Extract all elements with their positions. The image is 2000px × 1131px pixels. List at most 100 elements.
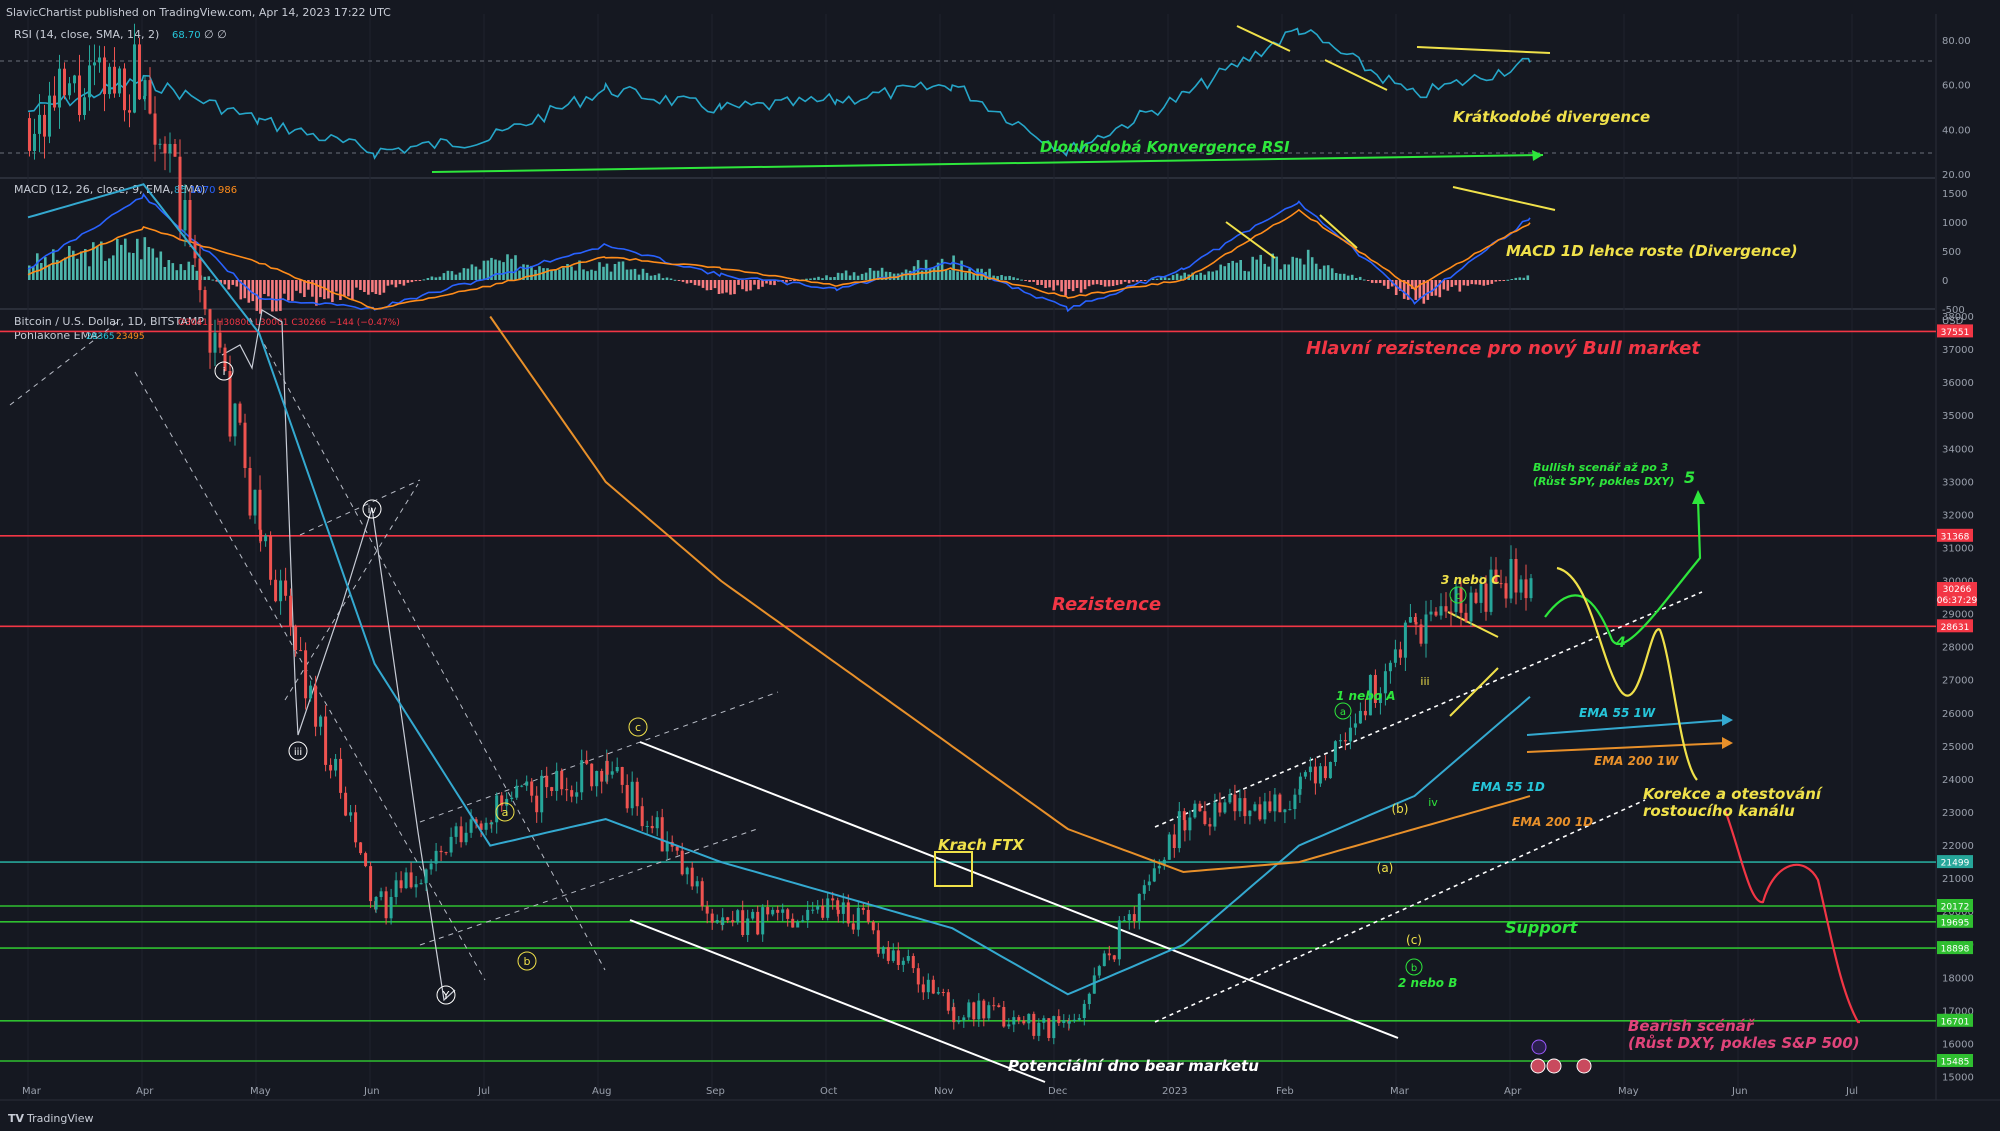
macd-histogram-bar [430, 276, 434, 280]
macd-histogram-bar [1099, 280, 1103, 285]
macd-histogram-bar [645, 272, 649, 280]
bear-bottom-label: Potenciální dno bear marketu [1008, 1057, 1259, 1075]
macd-histogram-bar [613, 264, 617, 280]
macd-histogram-bar [1079, 280, 1083, 293]
macd-histogram-bar [697, 280, 701, 286]
macd-value-macd: 1070 [190, 185, 215, 196]
candle-body [108, 66, 111, 95]
macd-histogram-bar [609, 271, 613, 280]
candle-body [208, 309, 212, 353]
macd-histogram-bar [1318, 269, 1322, 280]
candle-body [881, 947, 885, 954]
candle-body [93, 62, 96, 66]
candle-body [876, 930, 880, 954]
us-flag-event-icon[interactable] [1546, 1058, 1562, 1074]
candle-body [901, 960, 905, 965]
us-flag-event-icon[interactable] [1530, 1058, 1546, 1074]
candle-body [1218, 802, 1222, 813]
macd-histogram-bar [1366, 280, 1370, 281]
rsi-legend[interactable]: RSI (14, close, SMA, 14, 2) [14, 28, 159, 41]
macd-histogram-bar [1330, 268, 1334, 280]
candle-body [962, 1017, 966, 1021]
candle-body [1042, 1018, 1046, 1023]
bullish-scenario-line2: (Růst SPY, pokles DXY) [1533, 475, 1674, 488]
current-price-countdown: 06:37:29 [1937, 596, 1978, 606]
candle-body [515, 785, 519, 798]
candle-body [1439, 606, 1443, 616]
rsi-convergence-label: Dlouhodobá Konvergence RSI [1040, 138, 1290, 156]
macd-histogram-bar [1064, 280, 1067, 296]
candle-body [1338, 740, 1342, 742]
macd-histogram-bar [705, 280, 709, 291]
candle-body [555, 770, 559, 791]
candle-body [379, 891, 383, 897]
price-tick-label: 15000 [1942, 1073, 1974, 1084]
macd-histogram-bar [132, 253, 135, 280]
us-flag-event-icon[interactable] [1576, 1058, 1592, 1074]
time-tick-label: Apr [1504, 1086, 1522, 1097]
macd-histogram-bar [1283, 264, 1286, 280]
macd-histogram-bar [474, 266, 478, 280]
candle-body [88, 65, 91, 98]
candle-body [1127, 914, 1131, 921]
macd-histogram-bar [1008, 275, 1011, 280]
candle-body [625, 785, 629, 809]
macd-histogram-bar [749, 280, 752, 291]
macd-histogram-bar [64, 257, 67, 280]
candle-body [1298, 789, 1302, 795]
candle-body [394, 880, 398, 897]
macd-histogram-bar [1291, 256, 1294, 280]
price-tick-label: 16000 [1942, 1039, 1974, 1050]
candle-body [590, 763, 594, 787]
macd-histogram-bar [701, 280, 705, 288]
macd-histogram-bar [299, 280, 302, 294]
price-tick-label: 34000 [1942, 444, 1974, 455]
candle-body [248, 468, 252, 516]
tradingview-logo-icon[interactable]: TV [8, 1112, 25, 1125]
macd-histogram-bar [1143, 280, 1147, 281]
macd-histogram-bar [140, 259, 143, 280]
candle-body [449, 836, 453, 853]
candle-body [1403, 622, 1407, 658]
candle-body [761, 907, 765, 935]
candle-body [565, 789, 569, 791]
macd-histogram-bar [785, 280, 788, 283]
footer-brand[interactable]: TradingView [26, 1112, 93, 1125]
macd-histogram-bar [821, 278, 824, 280]
candle-body [525, 781, 529, 786]
macd-histogram-bar [1040, 280, 1043, 285]
macd-histogram-bar [868, 268, 872, 280]
candle-body [610, 771, 614, 775]
macd-histogram-bar [1426, 280, 1430, 300]
macd-histogram-bar [179, 264, 183, 280]
candle-body [123, 68, 126, 111]
candle-body [1072, 1019, 1076, 1021]
candle-body [103, 57, 106, 95]
price-tick-label: 27000 [1942, 676, 1974, 687]
macd-histogram-bar [343, 280, 346, 297]
candle-body [133, 44, 136, 113]
candle-body [153, 113, 157, 145]
lightning-event-icon[interactable] [1531, 1039, 1547, 1055]
price-legend[interactable]: Bitcoin / U.S. Dollar, 1D, BITSTAMP [14, 315, 204, 328]
candle-body [188, 200, 192, 242]
price-tick-label: 36000 [1942, 378, 1974, 389]
macd-histogram-bar [143, 237, 147, 280]
macd-histogram-bar [128, 252, 131, 280]
price-level-tag-label: 21499 [1941, 859, 1970, 869]
macd-histogram-bar [235, 280, 239, 287]
candle-body [334, 758, 338, 771]
candle-body [570, 790, 574, 797]
rsi-tick-label: 20.00 [1942, 170, 1971, 181]
candle-body [464, 832, 468, 843]
candle-body [1393, 649, 1397, 663]
macd-label: MACD 1D lehce roste (Divergence) [1506, 242, 1798, 260]
time-tick-label: Oct [820, 1086, 837, 1097]
wave-label-paren-b: (b) [1392, 802, 1409, 816]
candle-body [33, 133, 36, 151]
candle-body [439, 850, 443, 853]
macd-histogram-bar [1498, 280, 1502, 282]
candle-body [1238, 798, 1242, 812]
candle-body [1434, 611, 1438, 616]
candle-body [253, 489, 257, 516]
